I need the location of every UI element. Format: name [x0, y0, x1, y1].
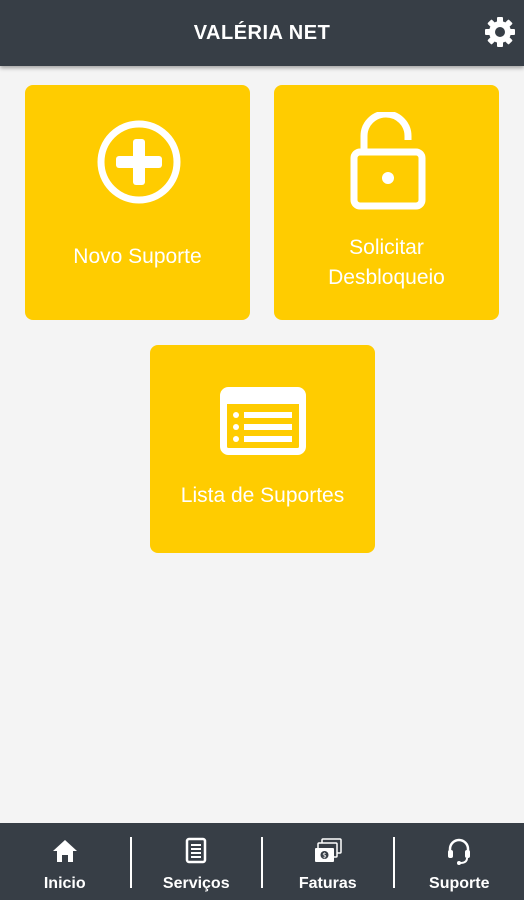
- nav-item-inicio[interactable]: Inicio: [0, 823, 130, 900]
- plus-circle-icon: [97, 120, 181, 204]
- novo-suporte-label: Novo Suporte: [73, 245, 202, 268]
- lista-de-suportes-label: Lista de Suportes: [180, 484, 345, 507]
- nav-item-faturas[interactable]: $ Faturas: [263, 823, 393, 900]
- nav-label: Faturas: [298, 875, 357, 892]
- svg-text:$: $: [322, 852, 326, 860]
- novo-suporte-tile[interactable]: Novo Suporte: [25, 85, 250, 320]
- settings-button[interactable]: [480, 12, 520, 52]
- home-icon: [52, 840, 77, 862]
- nav-label: Suporte: [429, 875, 490, 892]
- nav-label: Serviços: [162, 875, 230, 892]
- nav-label: Inicio: [43, 875, 86, 892]
- solicitar-desbloqueio-tile[interactable]: Solicitar Desbloqueio: [274, 85, 499, 320]
- list-icon: [220, 387, 306, 455]
- money-icon: $: [314, 838, 342, 862]
- gear-icon: [485, 17, 515, 47]
- app-title: VALÉRIA NET: [193, 21, 331, 44]
- bottom-navigation: Inicio Serviços $ Faturas Suporte: [0, 823, 524, 900]
- label-line-1: Solicitar: [349, 236, 424, 259]
- label-line-2: Desbloqueio: [328, 266, 445, 289]
- nav-item-servicos[interactable]: Serviços: [132, 823, 262, 900]
- top-app-bar: VALÉRIA NET: [0, 0, 524, 66]
- headset-icon: [448, 838, 471, 865]
- lista-de-suportes-tile[interactable]: Lista de Suportes: [150, 345, 375, 553]
- nav-item-suporte[interactable]: Suporte: [395, 823, 524, 900]
- document-icon: [186, 837, 207, 864]
- unlock-icon: [350, 112, 426, 210]
- solicitar-desbloqueio-label: Solicitar Desbloqueio: [274, 233, 499, 293]
